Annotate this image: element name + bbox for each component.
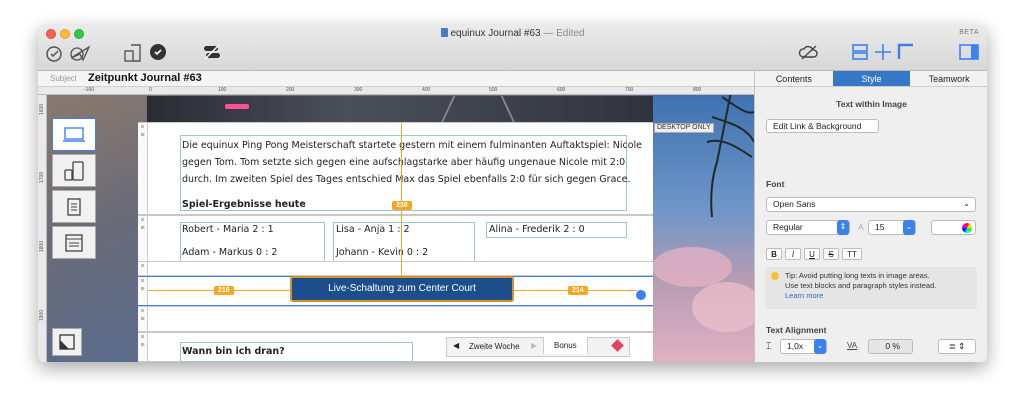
tip-line-1: Tip: Avoid putting long texts in image a… (785, 271, 930, 280)
result-cell: Lisa - Anja 1 : 2 (336, 224, 410, 235)
publish-icon[interactable] (68, 42, 94, 64)
measure-line-top (401, 123, 402, 276)
paragraph-line: durch. Im zweiten Spiel des Tages entsch… (182, 174, 631, 185)
paragraph-line: Die equinux Ping Pong Meisterschaft star… (182, 140, 643, 151)
question-heading: Wann bin ich dran? (182, 346, 285, 357)
inspector-panel: Contents Style Teamwork Text within Imag… (754, 71, 987, 362)
mobile-view-icon[interactable] (52, 154, 96, 187)
section-title: Text within Image (836, 99, 907, 109)
app-window: equinux Journal #63 — Edited BETA Subjec… (38, 25, 987, 362)
link-off-icon[interactable] (202, 43, 222, 61)
edit-link-button[interactable]: Edit Link & Background (766, 119, 879, 133)
vertical-ruler: 1600 1700 1800 1900 (38, 95, 47, 362)
toolbar: equinux Journal #63 — Edited BETA (38, 25, 987, 71)
result-cell: Johann - Kevin 0 : 2 (336, 247, 429, 258)
caps-button[interactable]: TT (842, 248, 862, 260)
preview-icon[interactable] (44, 42, 66, 64)
chevron-down-icon: ⌄ (903, 220, 915, 235)
layout-grid-icon[interactable] (850, 42, 870, 62)
link-icon[interactable] (635, 289, 647, 301)
subject-field[interactable]: Zeitpunkt Journal #63 (88, 72, 202, 84)
stepper-icon: ⇕ (837, 220, 849, 235)
export-html-icon[interactable] (121, 42, 147, 64)
result-cell: Robert - Maria 2 : 1 (182, 224, 274, 235)
desktop-view-icon[interactable] (52, 118, 96, 151)
font-size-icon: A (858, 222, 864, 232)
live-stream-button[interactable]: Live-Schaltung zum Center Court (290, 276, 514, 302)
text-color-well[interactable] (931, 220, 976, 235)
font-section-label: Font (766, 179, 785, 189)
tip-bulb-icon (771, 272, 779, 280)
cloud-off-icon[interactable] (797, 43, 821, 61)
chevron-down-icon: ⌄ (814, 339, 826, 354)
week-label: Zweite Woche (469, 342, 520, 351)
result-cell: Adam - Markus 0 : 2 (182, 247, 278, 258)
block-handle-icon[interactable]: × ≡ (138, 307, 148, 331)
font-family-select[interactable]: Open Sans ⌄ (766, 197, 976, 212)
block-handle-icon[interactable]: × ≡ (138, 333, 148, 361)
chevron-down-icon: ⌄ (963, 199, 970, 208)
desktop-only-badge: DESKTOP ONLY (654, 123, 714, 133)
paragraph-line: gegen Tom. Tom setzte sich gegen eine au… (182, 157, 626, 168)
tab-contents[interactable]: Contents (755, 71, 833, 86)
results-heading: Spiel-Ergebnisse heute (182, 199, 306, 210)
text-view-icon[interactable] (52, 190, 96, 223)
spacer-block[interactable]: × ≡ (138, 306, 653, 332)
header-image[interactable] (147, 96, 653, 123)
next-arrow-icon[interactable]: ▶ (531, 341, 537, 350)
layout-toggle-icon[interactable] (52, 328, 82, 356)
document-icon (440, 28, 448, 37)
italic-button[interactable]: I (785, 248, 801, 260)
font-size-field[interactable]: 15 ⌄ (868, 220, 916, 235)
alignment-select[interactable]: ≣ ⇕ (938, 339, 976, 354)
tab-style[interactable]: Style (832, 71, 911, 86)
tracking-field[interactable]: 0 % (868, 339, 913, 354)
align-justify-icon: ≣ ⇕ (948, 341, 966, 351)
week-nav: ◀ Zweite Woche ▶ Bonus (446, 337, 630, 357)
line-height-select[interactable]: 1,0x ⌄ (780, 339, 827, 354)
strikethrough-button[interactable]: S (823, 248, 839, 260)
measure-badge: 216 (214, 286, 234, 295)
bold-button[interactable]: B (766, 248, 782, 260)
spacer-block[interactable]: × (138, 261, 653, 276)
block-handle-icon[interactable]: × ≡ (138, 216, 148, 261)
tracking-icon: VA (847, 341, 858, 350)
device-switcher (52, 118, 96, 262)
block-handle-icon[interactable]: × ≡ (138, 277, 148, 305)
horizontal-ruler: -100 0 100 200 300 400 500 600 700 800 (38, 87, 754, 95)
bonus-tab[interactable]: Bonus (543, 337, 588, 354)
underline-button[interactable]: U (804, 248, 820, 260)
line-height-icon: ⌶ (766, 341, 772, 351)
measure-badge: 214 (568, 286, 588, 295)
checkmark-icon[interactable] (150, 44, 166, 60)
block-handle-icon[interactable]: × (138, 262, 148, 275)
subject-label: Subject (50, 74, 77, 83)
text-alignment-label: Text Alignment (766, 325, 827, 335)
tip-line-2: Use text blocks and paragraph styles ins… (785, 281, 937, 290)
previous-arrow-icon[interactable]: ◀ (453, 341, 459, 350)
tab-teamwork[interactable]: Teamwork (910, 71, 987, 86)
inspector-toggle-icon[interactable] (958, 42, 980, 62)
subject-bar: Subject Zeitpunkt Journal #63 (38, 71, 754, 87)
window-title: equinux Journal #63 — Edited (38, 28, 987, 39)
bonus-diamond-icon (611, 339, 624, 352)
inspector-tabs: Contents Style Teamwork (755, 71, 987, 87)
beta-label: BETA (959, 29, 979, 36)
color-wheel-icon (962, 223, 972, 233)
measure-badge: 238 (392, 201, 412, 210)
rulers-icon[interactable] (896, 42, 916, 62)
result-cell: Alina - Frederik 2 : 0 (489, 224, 585, 235)
block-handle-icon[interactable]: × ≡ (138, 123, 148, 214)
font-style-select[interactable]: Regular ⇕ (766, 220, 850, 235)
crosshair-guides-icon[interactable] (873, 42, 893, 62)
tip-box: Tip: Avoid putting long texts in image a… (765, 267, 977, 309)
newsletter-view-icon[interactable] (52, 226, 96, 259)
learn-more-link[interactable]: Learn more (785, 291, 823, 300)
